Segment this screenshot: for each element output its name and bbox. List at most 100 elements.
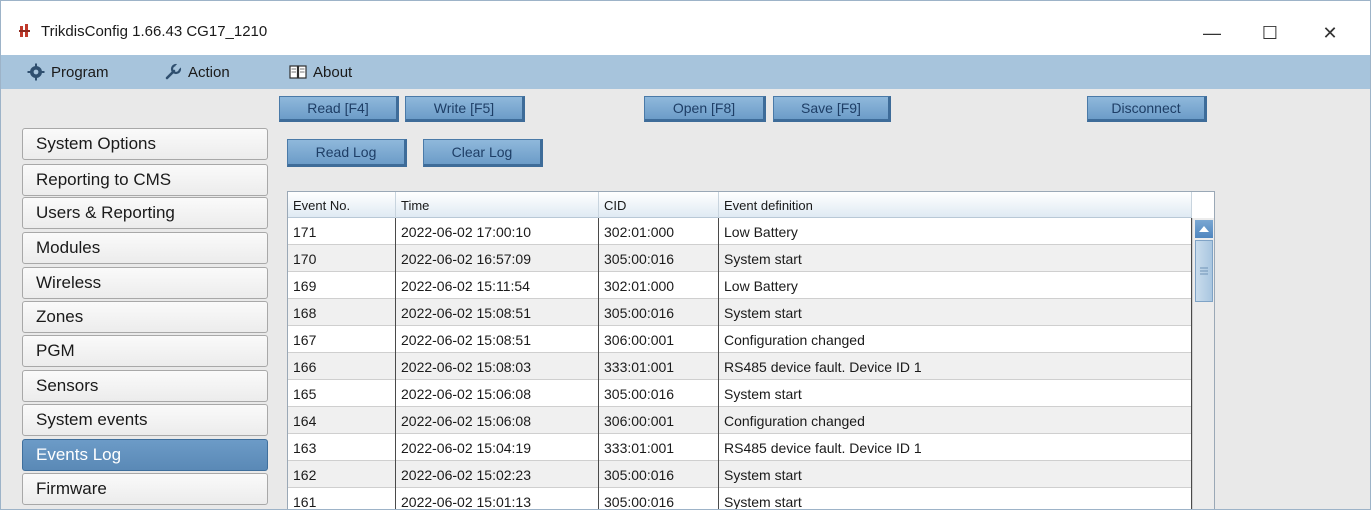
sidebar-item-pgm[interactable]: PGM bbox=[22, 335, 268, 367]
cell-cid: 305:00:016 bbox=[599, 488, 719, 509]
menu-about[interactable]: About bbox=[289, 55, 352, 89]
app-logo-icon bbox=[19, 24, 30, 37]
sidebar-item-modules[interactable]: Modules bbox=[22, 232, 268, 264]
close-button[interactable]: ✕ bbox=[1307, 15, 1353, 51]
cell-cid: 306:00:001 bbox=[599, 407, 719, 434]
read-button[interactable]: Read [F4] bbox=[279, 96, 399, 122]
sidebar-item-users-reporting[interactable]: Users & Reporting bbox=[22, 197, 268, 229]
cell-cid: 302:01:000 bbox=[599, 272, 719, 299]
cell-event-no: 170 bbox=[288, 245, 396, 272]
open-button[interactable]: Open [F8] bbox=[644, 96, 766, 122]
table-row[interactable]: 170 2022-06-02 16:57:09 305:00:016 System s… bbox=[288, 245, 1192, 272]
sidebar-item-events-log[interactable]: Events Log bbox=[22, 439, 268, 471]
table-body: 171 2022-06-02 17:00:10 302:01:000 Low Batt… bbox=[288, 218, 1192, 509]
table-header: Event No. Time CID Event definition bbox=[288, 192, 1192, 218]
sidebar-item-zones[interactable]: Zones bbox=[22, 301, 268, 333]
table-row[interactable]: 163 2022-06-02 15:04:19 333:01:001 RS485 de… bbox=[288, 434, 1192, 461]
menu-action[interactable]: Action bbox=[164, 55, 230, 89]
gear-icon bbox=[27, 63, 45, 81]
cell-event-definition: Configuration changed bbox=[719, 326, 1192, 353]
table-row[interactable]: 168 2022-06-02 15:08:51 305:00:016 System s… bbox=[288, 299, 1192, 326]
cell-time: 2022-06-02 15:08:51 bbox=[396, 299, 599, 326]
cell-event-no: 162 bbox=[288, 461, 396, 488]
cell-event-definition: RS485 device fault. Device ID 1 bbox=[719, 434, 1192, 461]
book-icon bbox=[289, 65, 307, 79]
table-row[interactable]: 165 2022-06-02 15:06:08 305:00:016 System s… bbox=[288, 380, 1192, 407]
table-row[interactable]: 162 2022-06-02 15:02:23 305:00:016 System s… bbox=[288, 461, 1192, 488]
cell-event-no: 163 bbox=[288, 434, 396, 461]
menu-program[interactable]: Program bbox=[27, 55, 109, 89]
table-row[interactable]: 169 2022-06-02 15:11:54 302:01:000 Low Batt… bbox=[288, 272, 1192, 299]
cell-cid: 305:00:016 bbox=[599, 299, 719, 326]
cell-time: 2022-06-02 15:01:13 bbox=[396, 488, 599, 509]
cell-event-definition: System start bbox=[719, 380, 1192, 407]
column-header-event-no[interactable]: Event No. bbox=[288, 192, 396, 218]
cell-event-definition: Configuration changed bbox=[719, 407, 1192, 434]
cell-event-no: 171 bbox=[288, 218, 396, 245]
sidebar-item-system-options[interactable]: System Options bbox=[22, 128, 268, 160]
cell-time: 2022-06-02 16:57:09 bbox=[396, 245, 599, 272]
cell-time: 2022-06-02 15:08:51 bbox=[396, 326, 599, 353]
cell-event-definition: System start bbox=[719, 299, 1192, 326]
table-row[interactable]: 166 2022-06-02 15:08:03 333:01:001 RS485 de… bbox=[288, 353, 1192, 380]
scroll-thumb[interactable] bbox=[1195, 240, 1213, 302]
cell-event-no: 166 bbox=[288, 353, 396, 380]
cell-cid: 333:01:001 bbox=[599, 353, 719, 380]
app-window: TrikdisConfig 1.66.43 CG17_1210 — ☐ ✕ Pr… bbox=[0, 0, 1371, 510]
write-button[interactable]: Write [F5] bbox=[405, 96, 525, 122]
column-header-event-definition[interactable]: Event definition bbox=[719, 192, 1192, 218]
cell-cid: 302:01:000 bbox=[599, 218, 719, 245]
menu-program-label: Program bbox=[51, 63, 109, 81]
cell-cid: 305:00:016 bbox=[599, 245, 719, 272]
window-title: TrikdisConfig 1.66.43 CG17_1210 bbox=[41, 23, 268, 40]
sidebar-item-system-events[interactable]: System events bbox=[22, 404, 268, 436]
cell-event-definition: RS485 device fault. Device ID 1 bbox=[719, 353, 1192, 380]
cell-event-definition: System start bbox=[719, 461, 1192, 488]
cell-cid: 305:00:016 bbox=[599, 380, 719, 407]
minimize-button[interactable]: — bbox=[1189, 15, 1235, 51]
column-header-time[interactable]: Time bbox=[396, 192, 599, 218]
cell-event-definition: System start bbox=[719, 245, 1192, 272]
events-table: Event No. Time CID Event definition 171 2… bbox=[287, 191, 1215, 509]
cell-event-no: 164 bbox=[288, 407, 396, 434]
sidebar-item-wireless[interactable]: Wireless bbox=[22, 267, 268, 299]
vertical-scrollbar[interactable] bbox=[1192, 218, 1214, 509]
table-row[interactable]: 171 2022-06-02 17:00:10 302:01:000 Low Batt… bbox=[288, 218, 1192, 245]
cell-time: 2022-06-02 15:02:23 bbox=[396, 461, 599, 488]
cell-cid: 333:01:001 bbox=[599, 434, 719, 461]
disconnect-button[interactable]: Disconnect bbox=[1087, 96, 1207, 122]
cell-event-no: 169 bbox=[288, 272, 396, 299]
cell-event-no: 168 bbox=[288, 299, 396, 326]
table-row[interactable]: 164 2022-06-02 15:06:08 306:00:001 Configur… bbox=[288, 407, 1192, 434]
read-log-button[interactable]: Read Log bbox=[287, 139, 407, 167]
cell-event-no: 165 bbox=[288, 380, 396, 407]
column-header-cid[interactable]: CID bbox=[599, 192, 719, 218]
cell-time: 2022-06-02 15:04:19 bbox=[396, 434, 599, 461]
maximize-button[interactable]: ☐ bbox=[1247, 15, 1293, 51]
menu-about-label: About bbox=[313, 63, 353, 81]
title-bar: TrikdisConfig 1.66.43 CG17_1210 — ☐ ✕ bbox=[1, 1, 1370, 55]
menu-bar: Program Action About bbox=[1, 55, 1370, 89]
sidebar-item-reporting-to-cms[interactable]: Reporting to CMS bbox=[22, 164, 268, 196]
cell-cid: 306:00:001 bbox=[599, 326, 719, 353]
cell-time: 2022-06-02 15:08:03 bbox=[396, 353, 599, 380]
cell-event-definition: Low Battery bbox=[719, 218, 1192, 245]
sidebar-item-firmware[interactable]: Firmware bbox=[22, 473, 268, 505]
wrench-icon bbox=[165, 63, 182, 80]
scroll-up-icon[interactable] bbox=[1195, 220, 1213, 238]
clear-log-button[interactable]: Clear Log bbox=[423, 139, 543, 167]
table-row[interactable]: 161 2022-06-02 15:01:13 305:00:016 System s… bbox=[288, 488, 1192, 509]
cell-event-no: 161 bbox=[288, 488, 396, 509]
cell-time: 2022-06-02 15:11:54 bbox=[396, 272, 599, 299]
cell-time: 2022-06-02 15:06:08 bbox=[396, 407, 599, 434]
menu-action-label: Action bbox=[188, 63, 230, 81]
cell-time: 2022-06-02 15:06:08 bbox=[396, 380, 599, 407]
cell-time: 2022-06-02 17:00:10 bbox=[396, 218, 599, 245]
cell-event-definition: System start bbox=[719, 488, 1192, 509]
sidebar-item-sensors[interactable]: Sensors bbox=[22, 370, 268, 402]
cell-event-definition: Low Battery bbox=[719, 272, 1192, 299]
save-button[interactable]: Save [F9] bbox=[773, 96, 891, 122]
cell-cid: 305:00:016 bbox=[599, 461, 719, 488]
table-row[interactable]: 167 2022-06-02 15:08:51 306:00:001 Configur… bbox=[288, 326, 1192, 353]
cell-event-no: 167 bbox=[288, 326, 396, 353]
